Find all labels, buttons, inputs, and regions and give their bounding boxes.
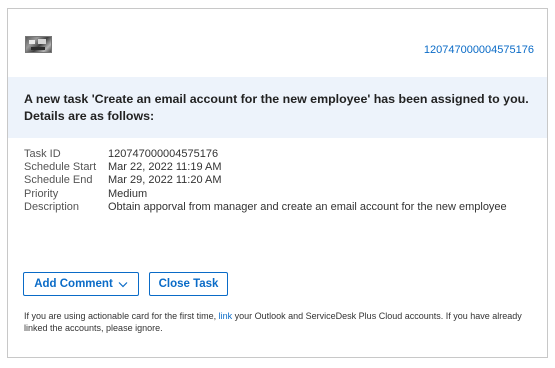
detail-label: Schedule End bbox=[24, 174, 93, 187]
detail-value: Obtain apporval from manager and create … bbox=[108, 200, 507, 213]
detail-row-schedule-end: Schedule End Mar 29, 2022 11:20 AM bbox=[24, 174, 539, 187]
add-comment-label: Add Comment bbox=[34, 278, 113, 290]
card-header: 120747000004575176 bbox=[8, 9, 547, 73]
detail-row-schedule-start: Schedule Start Mar 22, 2022 11:19 AM bbox=[24, 161, 539, 174]
link-accounts-link[interactable]: link bbox=[219, 311, 233, 321]
company-logo-image bbox=[25, 36, 52, 53]
detail-label: Priority bbox=[24, 187, 59, 200]
detail-row-task-id: Task ID 120747000004575176 bbox=[24, 148, 539, 161]
detail-value: Mar 22, 2022 11:19 AM bbox=[108, 161, 222, 174]
task-details: Task ID 120747000004575176 Schedule Star… bbox=[24, 148, 539, 214]
add-comment-button[interactable]: Add Comment bbox=[23, 272, 139, 296]
footer-text-before: If you are using actionable card for the… bbox=[24, 311, 219, 321]
detail-label: Schedule Start bbox=[24, 161, 97, 174]
detail-value: Medium bbox=[108, 187, 148, 200]
detail-row-priority: Priority Medium bbox=[24, 188, 539, 201]
actionable-card: 120747000004575176 A new task 'Create an… bbox=[7, 8, 548, 358]
detail-label: Task ID bbox=[24, 148, 61, 160]
detail-value: 120747000004575176 bbox=[108, 148, 219, 160]
detail-value: Mar 29, 2022 11:20 AM bbox=[108, 174, 222, 187]
close-task-button[interactable]: Close Task bbox=[149, 272, 228, 296]
chevron-down-icon bbox=[118, 281, 128, 287]
footer-note: If you are using actionable card for the… bbox=[24, 310, 539, 334]
banner-message: A new task 'Create an email account for … bbox=[24, 92, 529, 123]
detail-row-description: Description Obtain apporval from manager… bbox=[24, 201, 539, 214]
detail-label: Description bbox=[24, 200, 80, 213]
task-number-link[interactable]: 120747000004575176 bbox=[424, 44, 534, 56]
close-task-label: Close Task bbox=[158, 278, 219, 290]
